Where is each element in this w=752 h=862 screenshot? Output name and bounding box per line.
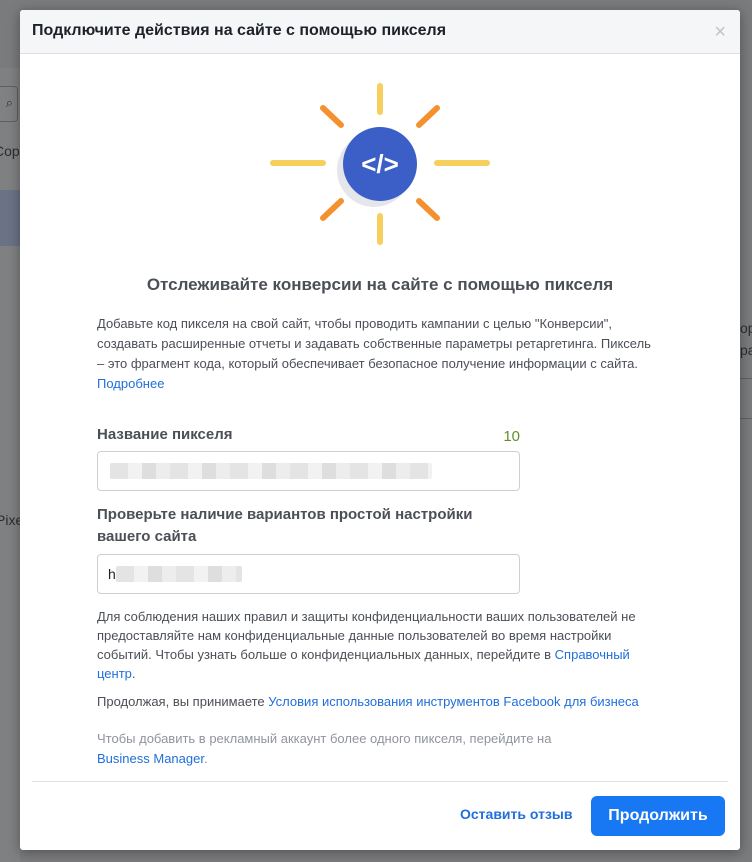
footer-divider	[32, 781, 728, 782]
sun-ray	[320, 198, 344, 221]
site-check-label: Проверьте наличие вариантов простой наст…	[97, 506, 473, 545]
background-search-box: ⌕	[0, 86, 18, 122]
business-tools-terms-link[interactable]: Условия использования инструментов Faceb…	[268, 694, 638, 709]
multi-pixel-text: Чтобы добавить в рекламный аккаунт более…	[97, 731, 552, 746]
background-selected-row	[0, 190, 20, 246]
website-url-input[interactable]: h	[97, 554, 520, 594]
multi-pixel-end: .	[203, 751, 208, 766]
url-prefix: h	[108, 566, 116, 582]
background-text: ор	[740, 320, 752, 336]
sun-ray	[416, 105, 440, 128]
business-manager-link[interactable]: Business Manager	[97, 751, 204, 766]
background-text: ра	[740, 342, 752, 358]
description-text: Добавьте код пикселя на свой сайт, чтобы…	[97, 314, 657, 394]
sun-ray	[320, 105, 344, 128]
terms-prefix: Продолжая, вы принимаете	[97, 694, 265, 709]
redacted-value	[110, 463, 432, 479]
pixel-code-illustration: </>	[270, 83, 490, 245]
multi-pixel-notice: Чтобы добавить в рекламный аккаунт более…	[97, 729, 657, 769]
background-sidebar	[0, 68, 20, 862]
terms-notice: Продолжая, вы принимаете Условия использ…	[97, 694, 639, 709]
background-text: Cop	[0, 143, 20, 159]
privacy-end: .	[131, 666, 136, 681]
pixel-name-label: Название пикселя	[97, 426, 233, 443]
leave-feedback-button[interactable]: Оставить отзыв	[460, 806, 572, 822]
dialog-title: Подключите действия на сайте с помощью п…	[32, 22, 447, 39]
learn-more-link[interactable]: Подробнее	[97, 376, 164, 391]
privacy-notice: Для соблюдения наших правил и защиты кон…	[97, 607, 667, 683]
pixel-name-char-counter: 10	[503, 428, 520, 445]
sun-ray	[416, 198, 440, 221]
code-glyph: </>	[361, 149, 399, 179]
search-icon: ⌕	[5, 95, 13, 110]
description-body: Добавьте код пикселя на свой сайт, чтобы…	[97, 316, 651, 371]
dialog-heading: Отслеживайте конверсии на сайте с помощь…	[146, 275, 614, 294]
close-icon[interactable]: ×	[714, 20, 726, 44]
pixel-setup-dialog: Подключите действия на сайте с помощью п…	[20, 10, 740, 850]
pixel-name-input[interactable]	[97, 451, 520, 491]
dialog-header: Подключите действия на сайте с помощью п…	[20, 10, 740, 54]
continue-button[interactable]: Продолжить	[591, 796, 725, 836]
redacted-value	[116, 566, 242, 582]
